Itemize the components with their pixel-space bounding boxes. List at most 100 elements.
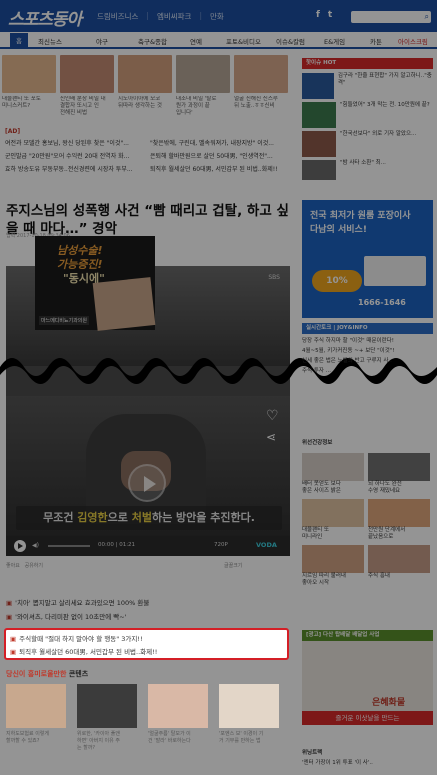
recommend-card[interactable]: 지하도보험료 이렇게 할까할 수 있죠? bbox=[6, 684, 68, 745]
nav-tab[interactable]: 최신뉴스 bbox=[38, 36, 62, 46]
info-caption[interactable]: 배터 못얻도 보다 좋은 사이즈 밝은 bbox=[302, 481, 364, 495]
nav-tab[interactable]: 카툰 bbox=[370, 36, 382, 46]
photo-card[interactable]: 시노아이아에 모코 뒤따라 생각하는 것 bbox=[118, 55, 172, 118]
info-thumbnail[interactable] bbox=[368, 499, 430, 527]
ad-link[interactable]: ▣ '와이셔츠, 다리미판 없이 10초만에 빡~' bbox=[6, 610, 290, 624]
info-caption[interactable]: 천만원 단계에서 끝났음으로 bbox=[368, 527, 430, 541]
nav-tab[interactable]: 포토&비디오 bbox=[226, 36, 261, 46]
hot-item[interactable]: 김구라 "한줄 표현합" 가지 알고하니.."충격" bbox=[302, 73, 433, 99]
twitter-icon[interactable]: t bbox=[328, 10, 332, 20]
photo-card[interactable]: 대물팬티 또 포토 미니스커트? bbox=[2, 55, 56, 118]
photo-card[interactable]: 얼굴 진해진 신스루 뒤 노출..ㅎㅎ신비 bbox=[234, 55, 288, 118]
hot-text[interactable]: "밤 사타 소환" 최... bbox=[340, 160, 386, 180]
talk-link[interactable]: 4월~5월, 키가커진동 ~+ 보단 "이것"! bbox=[302, 348, 433, 355]
photo-caption[interactable]: 얼굴 진해진 신스루 뒤 노출..ㅎㅎ신비 bbox=[234, 96, 288, 118]
recommend-caption[interactable]: 지하도보험료 이렇게 할까할 수 있죠? bbox=[6, 731, 68, 745]
search-icon[interactable]: ⌕ bbox=[425, 12, 429, 22]
recommend-card[interactable]: '포엔스 보' 이경이 기 거 기부를 만하는 법 bbox=[219, 684, 281, 745]
photo-thumbnail[interactable] bbox=[234, 55, 288, 93]
share-button[interactable]: 공유하기 bbox=[25, 563, 43, 569]
ad-link[interactable]: ▣ '치아' 뽑지말고 살리세요 효과있으면 100% 환불 bbox=[6, 596, 290, 610]
moving-ad-banner[interactable]: 전국 최저가 원룸 포장이사 다남의 서비스! 10% 1666-1646 bbox=[302, 200, 433, 318]
ad-link[interactable]: ▣ 주식할때 "절대 하지 말아야 할 행동" 3가지!! bbox=[6, 633, 287, 646]
photo-thumbnail[interactable] bbox=[60, 55, 114, 93]
hot-thumbnail[interactable] bbox=[302, 160, 336, 180]
nav-tab[interactable]: 연예 bbox=[190, 36, 202, 46]
info-caption[interactable]: 대물팬티 또 미니라인 bbox=[302, 527, 364, 541]
news-link[interactable]: 효하 방송도유 부동부동..전신경련에 시장자 투부... bbox=[5, 164, 145, 173]
top-nav-item[interactable]: 드림비즈니스 bbox=[97, 11, 138, 22]
talk-link[interactable]: 신세 좋은 법은 노벨의 반고 구루지 사.. bbox=[302, 358, 433, 365]
hot-thumbnail[interactable] bbox=[302, 73, 334, 99]
recommend-thumbnail[interactable] bbox=[6, 684, 66, 728]
hot-thumbnail[interactable] bbox=[302, 102, 336, 128]
share-icon[interactable]: ⋖ bbox=[266, 430, 276, 444]
hot-item[interactable]: "힘들었어" 3개 막는 전. 10만원에 끝? bbox=[302, 102, 433, 128]
nav-tab[interactable]: 아이스크림 bbox=[398, 36, 428, 46]
photo-thumbnail[interactable] bbox=[118, 55, 172, 93]
play-button[interactable] bbox=[14, 540, 26, 552]
news-link[interactable]: 군인발급 "20만원"오어 수익런 20대 전역자 화... bbox=[5, 151, 145, 160]
news-link[interactable]: 은퇴해 할바만원으로 살던 50대男, "인생역전"... bbox=[150, 151, 292, 160]
heart-icon[interactable]: ♡ bbox=[266, 408, 279, 424]
recommend-card[interactable]: 위로한, '카이아 풀앤 하면' 아버지 이유 주 는 할까? bbox=[77, 684, 139, 752]
photo-caption[interactable]: 대물팬티 또 포토 미니스커트? bbox=[2, 96, 56, 118]
info-card[interactable]: 배터 못얻도 보다 좋은 사이즈 밝은 bbox=[302, 453, 364, 495]
info-thumbnail[interactable] bbox=[302, 453, 364, 481]
recommend-caption[interactable]: 위로한, '카이아 풀앤 하면' 아버지 이유 주 는 할까? bbox=[77, 731, 139, 752]
news-link[interactable]: "찾은밖에, 구린대, 벨속워져가, 내장지방" 이것... bbox=[150, 138, 292, 147]
recommend-thumbnail[interactable] bbox=[77, 684, 137, 728]
info-card[interactable]: 대물팬티 또 미니라인 bbox=[302, 499, 364, 541]
top-nav-item[interactable]: 만화 bbox=[210, 11, 224, 22]
ad-truck-image[interactable]: 은혜화물 bbox=[302, 641, 433, 711]
photo-card[interactable]: 대조대 비밀 '탈로 뭔가 과정이 끝 입니다' bbox=[176, 55, 230, 118]
photo-thumbnail[interactable] bbox=[2, 55, 56, 93]
info-caption[interactable]: 주식 흥내 bbox=[368, 573, 430, 580]
photo-thumbnail[interactable] bbox=[176, 55, 230, 93]
info-card[interactable]: 주식 흥내 bbox=[368, 545, 430, 587]
info-card[interactable]: 뇌 하나도 완전 수영 재밌네요 bbox=[368, 453, 430, 495]
ad-panel-2[interactable]: [광고] 다산 탑배달 배달업 사업 은혜화물 즐거운 이삿날을 만드는 bbox=[302, 630, 433, 725]
like-button[interactable]: 좋아요 bbox=[6, 563, 20, 569]
hot-item[interactable]: "밤 사타 소환" 최... bbox=[302, 160, 433, 180]
talk-link[interactable]: 주식 투자 ... bbox=[302, 368, 433, 375]
info-thumbnail[interactable] bbox=[302, 499, 364, 527]
hot-item[interactable]: "한국선보다" 외로 기자 알았으... bbox=[302, 131, 433, 157]
volume-icon[interactable]: ◀) bbox=[32, 542, 39, 549]
info-thumbnail[interactable] bbox=[368, 453, 430, 481]
recommend-card[interactable]: '얼굴주름' 탈모가 이 건 '발라' 바로하는다 bbox=[148, 684, 210, 745]
info-card[interactable]: 지르임 따리 불러내 좋아오 시작 bbox=[302, 545, 364, 587]
talk-link[interactable]: 당장 주식 하지마 할 "이것" 때문이란다! bbox=[302, 338, 433, 345]
quality-selector[interactable]: 720P bbox=[214, 542, 228, 548]
recommend-thumbnail[interactable] bbox=[148, 684, 208, 728]
recommend-caption[interactable]: '포엔스 보' 이경이 기 거 기부를 만하는 법 bbox=[219, 731, 281, 745]
info-caption[interactable]: 뇌 하나도 완전 수영 재밌네요 bbox=[368, 481, 430, 495]
ad-link[interactable]: ▣ 퇴직후 월세살던 60대男, 서민갑부 된 비법..화제!! bbox=[6, 646, 287, 659]
popup-ad[interactable]: 남성수술! 가능증진! "동시에" 마느메디비뇨기과의원 bbox=[35, 236, 156, 331]
hot-text[interactable]: 김구라 "한줄 표현합" 가지 알고하니.."충격" bbox=[338, 73, 433, 99]
facebook-icon[interactable]: f bbox=[316, 10, 320, 20]
photo-caption[interactable]: 시노아이아에 모코 뒤따라 생각하는 것 bbox=[118, 96, 172, 118]
info-thumbnail[interactable] bbox=[302, 545, 364, 573]
ranking-link[interactable]: '엔터 가장이 1위 투표 '이 사'.. bbox=[302, 760, 433, 767]
nav-tab[interactable]: 축구&종합 bbox=[138, 36, 167, 46]
search-input[interactable]: ⌕ bbox=[351, 11, 431, 23]
recommend-caption[interactable]: '얼굴주름' 탈모가 이 건 '발라' 바로하는다 bbox=[148, 731, 210, 745]
nav-tab-home[interactable]: 홈 bbox=[10, 33, 28, 47]
photo-caption[interactable]: 신인배 분장 비밀 대 결합자 또시고 인 전해진 비법 bbox=[60, 96, 114, 118]
photo-card[interactable]: 신인배 분장 비밀 대 결합자 또시고 인 전해진 비법 bbox=[60, 55, 114, 118]
play-icon[interactable] bbox=[128, 464, 166, 502]
font-size-button[interactable]: 글꼴크기 bbox=[224, 562, 242, 569]
nav-tab[interactable]: 이슈&칼럼 bbox=[276, 36, 305, 46]
top-nav-item[interactable]: 엠비씨파크 bbox=[157, 11, 192, 22]
nav-tab[interactable]: E&게임 bbox=[324, 36, 345, 46]
progress-bar[interactable] bbox=[48, 545, 90, 547]
hot-text[interactable]: "한국선보다" 외로 기자 알았으... bbox=[340, 131, 416, 157]
recommend-thumbnail[interactable] bbox=[219, 684, 279, 728]
info-caption[interactable]: 지르임 따리 불러내 좋아오 시작 bbox=[302, 573, 364, 587]
info-card[interactable]: 천만원 단계에서 끝났음으로 bbox=[368, 499, 430, 541]
photo-caption[interactable]: 대조대 비밀 '탈로 뭔가 과정이 끝 입니다' bbox=[176, 96, 230, 118]
hot-text[interactable]: "힘들었어" 3개 막는 전. 10만원에 끝? bbox=[340, 102, 430, 128]
news-link[interactable]: 퇴직후 월세살던 60대男, 서민갑부 된 비법..화제!! bbox=[150, 164, 292, 173]
site-logo[interactable]: 스포츠동아 bbox=[8, 5, 82, 30]
